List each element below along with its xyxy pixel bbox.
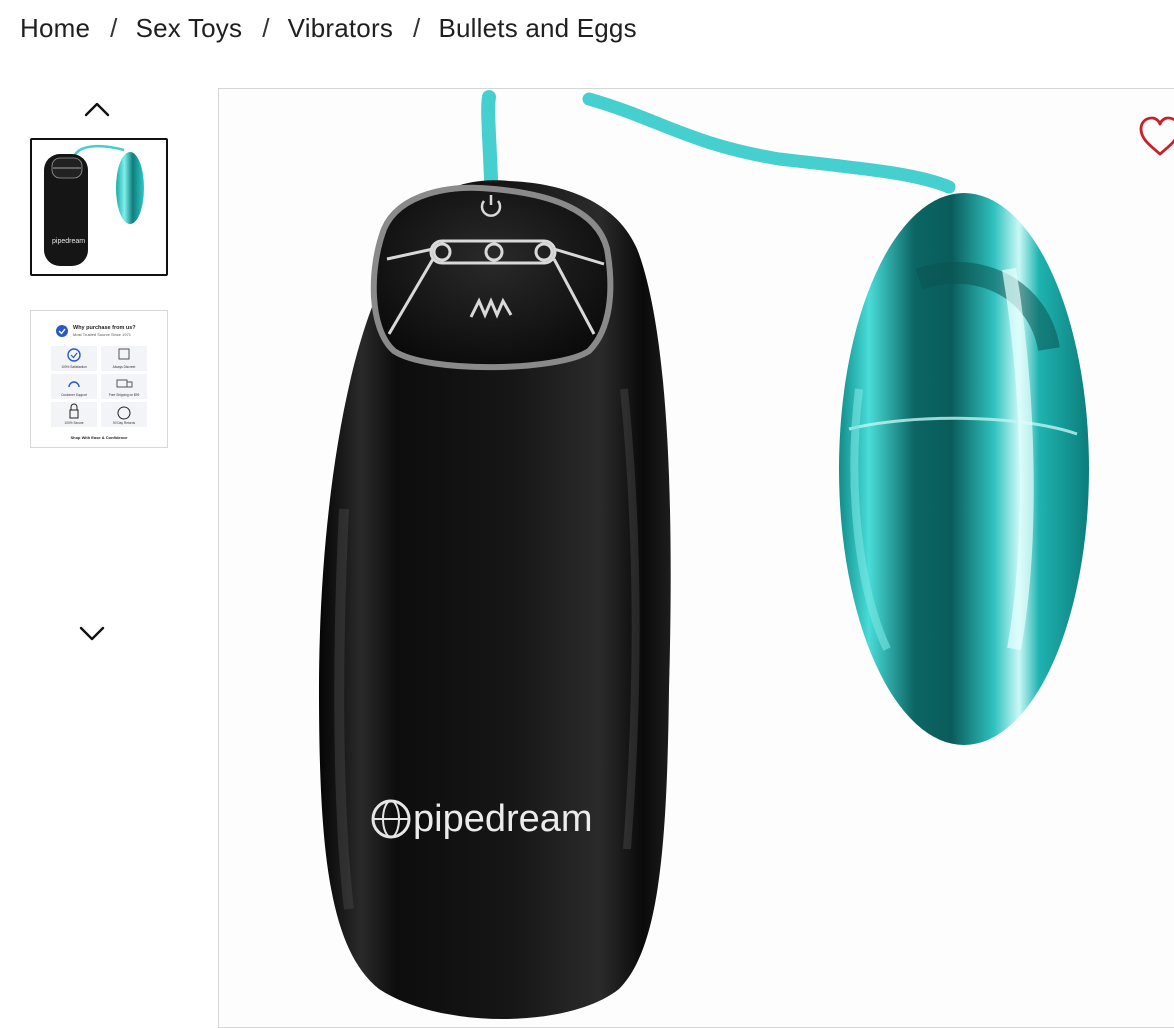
breadcrumb-bullets-and-eggs[interactable]: Bullets and Eggs — [438, 13, 636, 44]
product-thumbnail-image: pipedream — [44, 144, 144, 266]
chevron-down-icon[interactable] — [72, 618, 112, 648]
chevron-up-icon[interactable] — [77, 94, 117, 124]
breadcrumb-separator: / — [413, 12, 421, 43]
pipedream-logo-thumb: pipedream — [52, 238, 85, 245]
why-purchase-subtitle: Most Trusted Source Since 1971 — [73, 332, 132, 337]
why-purchase-graphic: Why purchase from us? Most Trusted Sourc… — [51, 325, 147, 440]
badge-label: Always Discreet — [113, 365, 136, 369]
why-purchase-footer: Shop With Ease & Confidence — [70, 435, 128, 440]
breadcrumb-vibrators[interactable]: Vibrators — [288, 13, 393, 44]
badge-label: Customer Support — [61, 393, 87, 397]
why-purchase-thumbnail[interactable]: Why purchase from us? Most Trusted Sourc… — [30, 310, 168, 448]
breadcrumb-home[interactable]: Home — [20, 13, 90, 44]
wishlist-heart-icon[interactable] — [1138, 114, 1174, 160]
breadcrumb: Home / Sex Toys / Vibrators / Bullets an… — [20, 8, 637, 48]
badge-label: Free Shipping on $99 — [109, 393, 140, 397]
badge-label: 100% Satisfaction — [61, 365, 87, 369]
product-photo-thumbnail[interactable]: pipedream — [30, 138, 168, 276]
product-illustration: pipedream — [319, 90, 1089, 1020]
main-product-image[interactable]: pipedream — [218, 88, 1174, 1028]
thumbnail-gallery: pipedream Why purchase from us? Most Tru… — [30, 88, 170, 648]
breadcrumb-separator: / — [110, 12, 118, 43]
pipedream-logo-text: pipedream — [413, 798, 593, 840]
breadcrumb-sex-toys[interactable]: Sex Toys — [136, 13, 243, 44]
why-purchase-title: Why purchase from us? — [73, 325, 136, 331]
badge-label: 90 Day Returns — [113, 421, 136, 425]
badge-label: 100% Secure — [64, 421, 83, 425]
breadcrumb-separator: / — [262, 12, 270, 43]
